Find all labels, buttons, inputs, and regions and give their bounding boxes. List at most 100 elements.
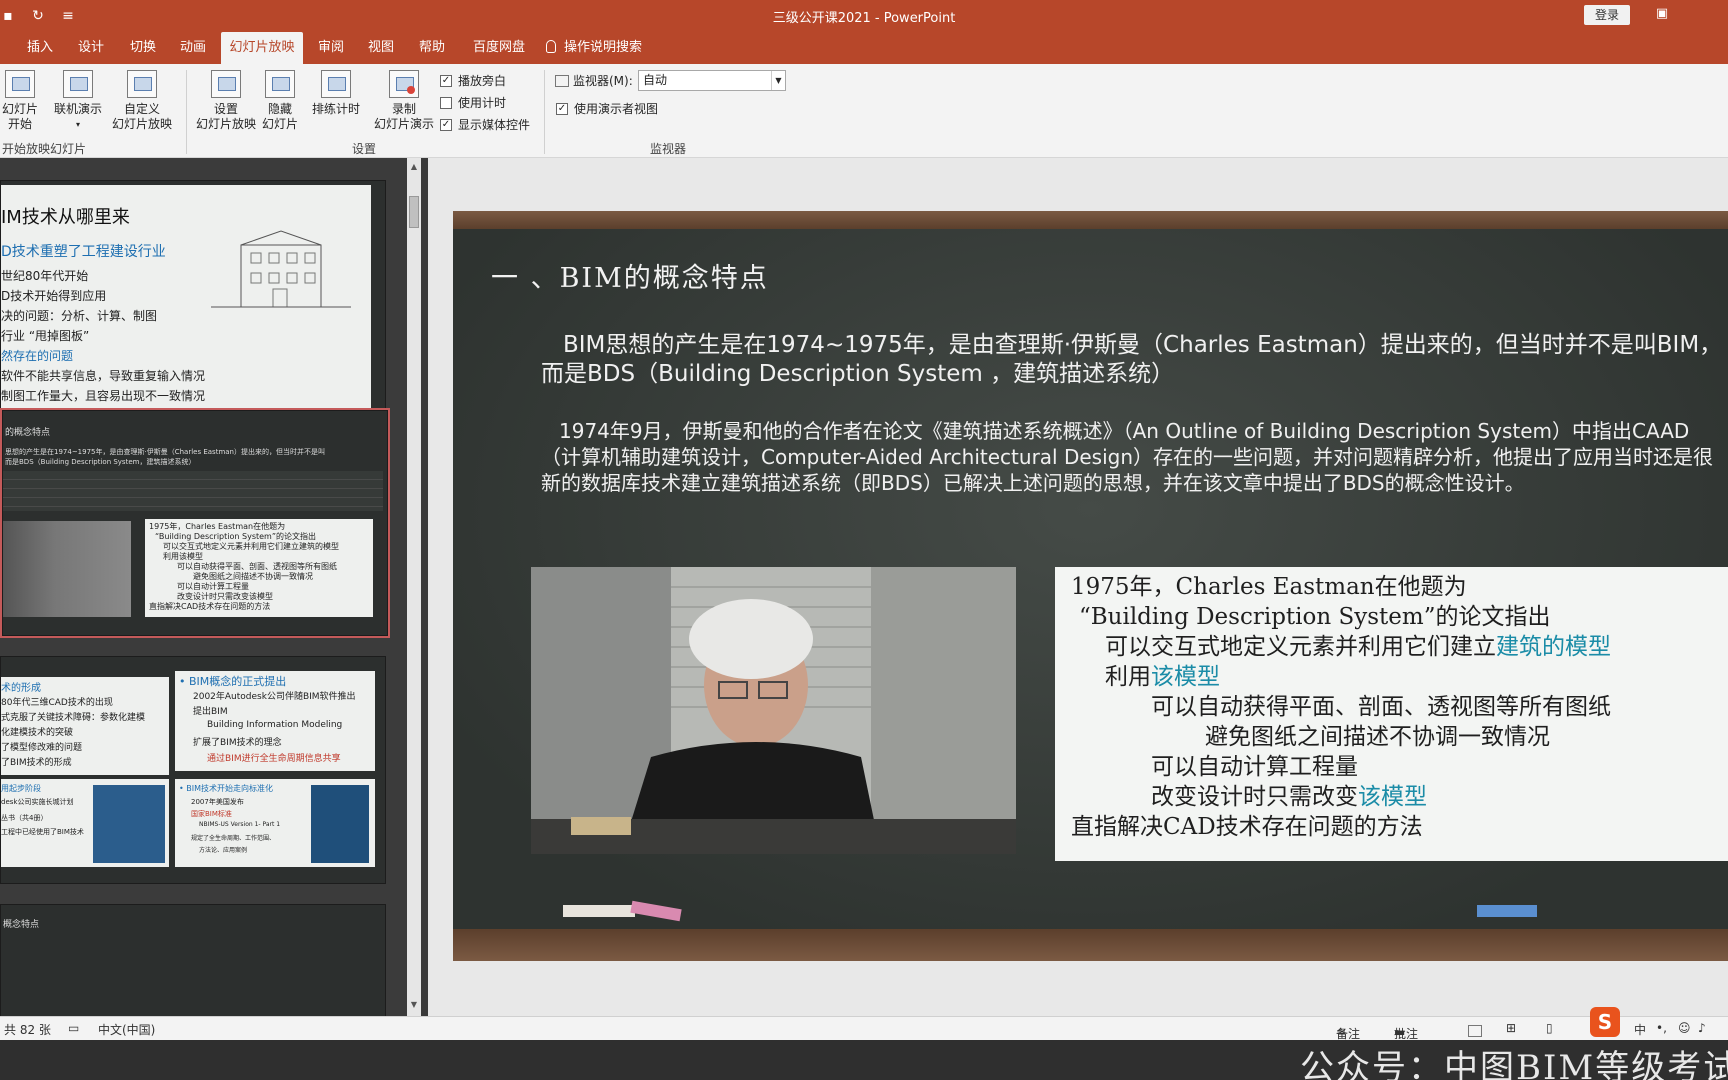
thumbnail-line: 丛书（共4册） (1, 814, 48, 822)
group-separator (544, 70, 545, 154)
slide-thumbnail-selected[interactable]: 的概念特点 思想的产生是在1974~1975年，是由查理斯·伊斯曼（Charle… (0, 408, 390, 638)
tab-view[interactable]: 视图 (364, 32, 398, 64)
title-bar: ▪ ↻ ≡ 三级公开课2021 - PowerPoint 登录 ▣ (0, 0, 1728, 32)
scrollbar-thumb[interactable] (409, 196, 419, 228)
hide-slide-button[interactable]: 隐藏 幻灯片 (258, 70, 302, 132)
slide-thumbnail[interactable]: 术的形成 80年代三维CAD技术的出现 式克服了关键技术障碍：参数化建模 化建模… (0, 656, 386, 884)
tell-me-label: 操作说明搜索 (564, 40, 643, 55)
normal-view-shape (1468, 1025, 1482, 1037)
rehearse-timings-button[interactable]: 排练计时 (308, 70, 364, 117)
quote-line: 可以自动计算工程量 (1151, 754, 1358, 780)
thumbnail-line: 然存在的问题 (1, 349, 74, 363)
thumbnail-line: 决的问题：分析、计算、制图 (1, 309, 158, 323)
from-beginning-button[interactable]: 幻灯片 开始 (0, 70, 40, 132)
slide-title[interactable]: 一 、BIM的概念特点 (491, 256, 769, 295)
thumbnail-line: 规定了全生命周期、工作范围、 (191, 835, 276, 842)
tab-design[interactable]: 设计 (74, 32, 108, 64)
slide-paragraph-1[interactable]: BIM思想的产生是在1974~1975年，是由查理斯·伊斯曼（Charles E… (541, 331, 1728, 389)
thumbnail-panel: • BIM概念的正式提出 2002年Autodesk公司伴随BIM软件推出 提出… (175, 671, 375, 771)
use-timings-label: 使用计时 (458, 96, 507, 110)
monitor-label: 监视器(M): (555, 72, 633, 89)
thumbnail-line: 而是BDS（Building Description System，建筑描述系统… (5, 458, 196, 466)
presenter-view-checkbox[interactable]: ✓ 使用演示者视图 (556, 100, 658, 117)
tab-insert[interactable]: 插入 (24, 32, 56, 64)
tab-help[interactable]: 帮助 (415, 32, 449, 64)
window-title: 三级公开课2021 - PowerPoint (772, 11, 956, 26)
microphone-icon[interactable]: ♪ (1698, 1021, 1706, 1035)
language-indicator[interactable]: 中文(中国) (98, 1021, 155, 1038)
quote-line: 1975年，Charles Eastman在他题为 (1071, 574, 1467, 600)
thumbnail-line: 直指解决CAD技术存在问题的方法 (149, 602, 271, 611)
sogou-ime-icon[interactable]: S (1590, 1007, 1620, 1037)
thumbnail-photo (3, 521, 131, 617)
thumbnail-line: desk公司实施长城计划 (1, 798, 74, 806)
status-bar: 共 82 张 ▭ 中文(中国) ≐ 备注 ▬ 批注 ⊞ ▯ 中 •, ☺ ♪ (0, 1016, 1728, 1041)
thumbnail-line: 工程中已经使用了BIM技术 (1, 828, 84, 836)
quote-line: 可以自动获得平面、剖面、透视图等所有图纸 (1151, 694, 1611, 720)
thumbnail-line: NBIMS-US Version 1- Part 1 (199, 821, 281, 828)
monitor-select[interactable]: 自动 ▼ (638, 70, 786, 91)
record-icon (389, 70, 419, 98)
thumbnail-line: Building Information Modeling (207, 720, 343, 730)
ribbon: 幻灯片 开始 联机演示 ▾ 自定义 幻灯片放映 开始放映幻灯片 设置 幻灯片放映… (0, 64, 1728, 158)
play-narrations-checkbox[interactable]: ✓ 播放旁白 (440, 72, 506, 89)
show-media-label: 显示媒体控件 (458, 118, 531, 132)
login-button[interactable]: 登录 (1584, 5, 1630, 25)
slide-paragraph-2[interactable]: 1974年9月，伊斯曼和他的合作者在论文《建筑描述系统概述》（An Outlin… (541, 418, 1728, 496)
hide-label-1: 隐藏 (267, 102, 292, 116)
slide-thumbnail[interactable]: IM技术从哪里来 D技术重塑了工程建设行业 世纪80年代开始 D技术开始得到应用… (0, 180, 386, 428)
ime-mode[interactable]: 中 (1634, 1021, 1646, 1038)
current-slide[interactable]: 一 、BIM的概念特点 BIM思想的产生是在1974~1975年，是由查理斯·伊… (453, 211, 1728, 961)
spellcheck-icon[interactable]: ▭ (68, 1021, 79, 1035)
hide-slide-icon (265, 70, 295, 98)
use-timings-checkbox[interactable]: 使用计时 (440, 94, 506, 111)
emoji-icon[interactable]: ☺ (1678, 1021, 1691, 1035)
scroll-up-icon[interactable]: ▲ (407, 162, 421, 174)
blackboard-frame-top (453, 211, 1728, 229)
chevron-down-icon: ▼ (771, 71, 785, 90)
quote-line: 可以交互式地定义元素并利用它们建立建筑的模型 (1105, 627, 1611, 661)
scroll-down-icon[interactable]: ▼ (407, 1000, 421, 1012)
tab-transitions[interactable]: 切换 (126, 32, 160, 64)
charles-eastman-photo[interactable] (531, 567, 1016, 854)
thumbnail-scrollbar[interactable]: ▲ ▼ (407, 158, 421, 1016)
thumbnail-title: 的概念特点 (5, 428, 51, 438)
setup-label-1: 设置 (213, 102, 238, 116)
thumbnail-textbox: 1975年，Charles Eastman在他题为 “Building Desc… (145, 519, 373, 617)
setup-slide-show-button[interactable]: 设置 幻灯片放映 (194, 70, 258, 132)
presenter-view-label: 使用演示者视图 (574, 102, 659, 116)
tab-baidu-netdisk[interactable]: 百度网盘 (468, 32, 530, 64)
quote-line: “Building Description System”的论文指出 (1079, 604, 1551, 630)
custom-slide-show-button[interactable]: 自定义 幻灯片放映 (104, 70, 180, 132)
slide-sorter-icon[interactable]: ⊞ (1506, 1021, 1516, 1035)
thumbnail-line: 术的形成 (1, 683, 41, 694)
thumbnail-title: 概念特点 (3, 920, 40, 930)
thumbnail-title: IM技术从哪里来 (1, 207, 130, 228)
thumbnail-line: 了BIM技术的形成 (1, 758, 72, 768)
ribbon-tabs: 插入 设计 切换 动画 幻灯片放映 审阅 视图 帮助 百度网盘 操作说明搜索 (0, 32, 1728, 64)
slide-thumbnail[interactable]: 概念特点 (0, 904, 386, 1016)
show-media-controls-checkbox[interactable]: ✓ 显示媒体控件 (440, 116, 530, 133)
present-online-button[interactable]: 联机演示 ▾ (50, 70, 106, 132)
punctuation-icon[interactable]: •, (1656, 1021, 1667, 1035)
building-drawing-image (211, 230, 351, 308)
custom-show-icon (127, 70, 157, 98)
tab-slide-show[interactable]: 幻灯片放映 (221, 32, 303, 64)
custom-show-label-1: 自定义 (123, 102, 160, 116)
checkbox-checked-icon: ✓ (556, 102, 568, 115)
quote-textbox[interactable]: 1975年，Charles Eastman在他题为 “Building Desc… (1055, 567, 1728, 861)
tell-me-search[interactable]: 操作说明搜索 (546, 32, 642, 64)
book-cover-image (93, 785, 165, 863)
thumbnail-line: D技术开始得到应用 (1, 289, 107, 303)
tab-review[interactable]: 审阅 (314, 32, 348, 64)
group-label-monitor: 监视器 (650, 142, 687, 156)
thumbnail-line: 思想的产生是在1974~1975年，是由查理斯·伊斯曼（Charles East… (5, 448, 325, 456)
thumbnail-line: • BIM技术开始走向标准化 (179, 784, 274, 793)
thumbnail-line: 扩展了BIM技术的理念 (193, 738, 282, 748)
reading-view-icon[interactable]: ▯ (1546, 1021, 1553, 1035)
tab-animations[interactable]: 动画 (176, 32, 210, 64)
record-slide-show-button[interactable]: 录制 幻灯片演示 (364, 70, 444, 132)
thumbnail-line: 化建模技术的突破 (1, 728, 74, 738)
thumbnail-line: D技术重塑了工程建设行业 (1, 244, 166, 260)
ribbon-display-options-icon[interactable]: ▣ (1654, 6, 1670, 22)
